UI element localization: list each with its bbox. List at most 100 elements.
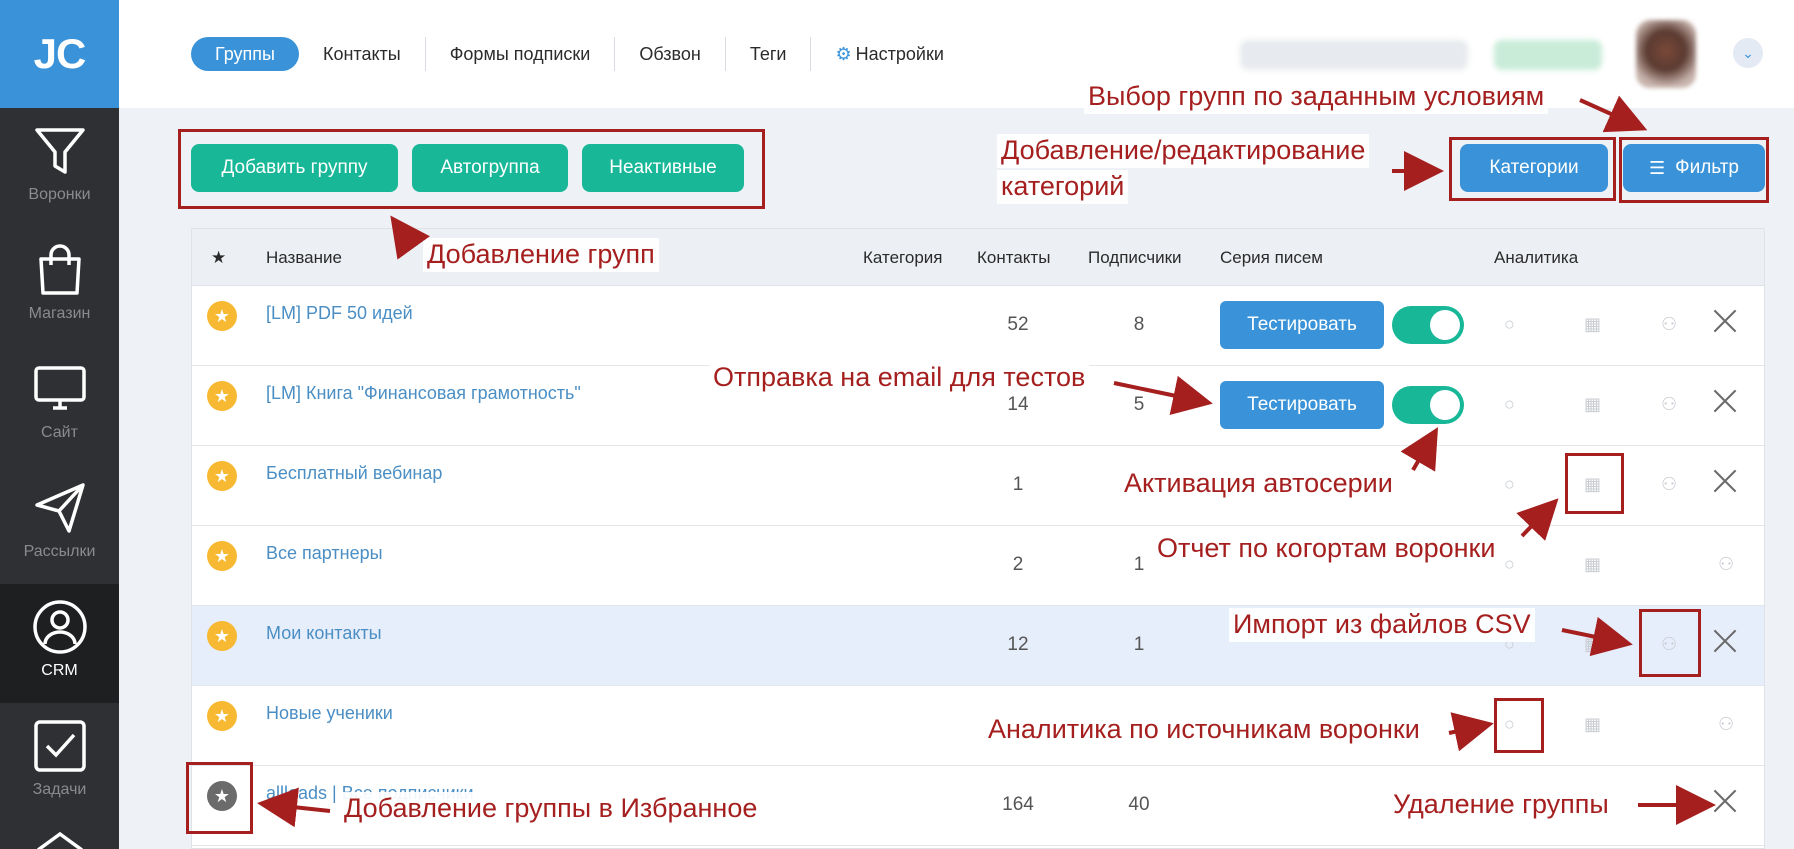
sidebar-item-site[interactable]: Сайт <box>0 346 119 465</box>
contacts-column-header[interactable]: Контакты <box>977 248 1050 268</box>
contacts-count: 1 <box>1012 474 1024 495</box>
table-row: ★ Все партнеры 2 1 ○ ▦ ⚇ <box>192 526 1764 606</box>
sidebar-item-label: Магазин <box>28 305 91 322</box>
annotation-activation: Активация автосерии <box>1120 467 1397 501</box>
category-column-header[interactable]: Категория <box>863 248 942 268</box>
contacts-count: 2 <box>1012 554 1024 575</box>
star-icon[interactable]: ★ <box>207 701 237 731</box>
tab-subscribe-forms[interactable]: Формы подписки <box>426 37 616 71</box>
table-row: ★ [LM] PDF 50 идей 52 8 Тестировать ○ ▦ … <box>192 286 1764 366</box>
gear-icon: ⚙ <box>835 43 852 64</box>
account-info-blurred <box>1240 40 1468 70</box>
balance-badge-blurred[interactable] <box>1494 40 1602 70</box>
tab-groups[interactable]: Группы <box>191 37 299 71</box>
annotation-add-groups: Добавление групп <box>423 238 659 272</box>
tab-calls[interactable]: Обзвон <box>615 37 726 71</box>
star-icon[interactable]: ★ <box>207 381 237 411</box>
group-name-link[interactable]: Новые ученики <box>266 703 393 724</box>
add-user-icon[interactable]: ⚇ <box>1718 554 1734 575</box>
shopping-bag-icon <box>38 244 81 295</box>
annotation-test: Отправка на email для тестов <box>709 361 1090 395</box>
analytics-icon[interactable]: ○ <box>1504 554 1515 575</box>
star-icon[interactable]: ★ <box>207 461 237 491</box>
subscribers-count: 40 <box>1128 794 1150 815</box>
autoseries-toggle[interactable] <box>1392 306 1464 344</box>
subscribers-count: 8 <box>1133 314 1145 335</box>
annotation-cohort: Отчет по когортам воронки <box>1153 532 1500 566</box>
main-nav: Группы Контакты Формы подписки Обзвон Те… <box>191 37 968 71</box>
highlight-box <box>186 762 253 834</box>
close-icon[interactable] <box>1710 466 1740 496</box>
test-button[interactable]: Тестировать <box>1220 381 1384 429</box>
tab-contacts[interactable]: Контакты <box>299 37 426 71</box>
analytics-column-header: Аналитика <box>1494 248 1579 267</box>
add-user-icon[interactable]: ⚇ <box>1661 314 1677 335</box>
groups-table: ★ Название Категория Контакты Подписчики… <box>191 228 1765 849</box>
annotation-categories-line1: Добавление/редактирование <box>997 134 1370 168</box>
tab-settings[interactable]: ⚙ Настройки <box>811 37 967 71</box>
highlight-box <box>178 129 765 209</box>
chevron-down-icon[interactable]: ⌄ <box>1733 38 1763 68</box>
group-name-link[interactable]: [LM] Книга "Финансовая грамотность" <box>266 383 581 404</box>
favorite-column-header[interactable]: ★ <box>211 248 226 268</box>
star-icon[interactable]: ★ <box>207 301 237 331</box>
sidebar-item-label: Рассылки <box>23 543 96 560</box>
name-column-header[interactable]: Название <box>266 248 342 268</box>
sidebar-item-tasks[interactable]: Задачи <box>0 703 119 822</box>
close-icon[interactable] <box>1710 386 1740 416</box>
autoseries-toggle[interactable] <box>1392 386 1464 424</box>
tab-settings-label: Настройки <box>855 43 944 64</box>
close-icon[interactable] <box>1710 786 1740 816</box>
group-name-link[interactable]: Все партнеры <box>266 543 383 564</box>
test-button[interactable]: Тестировать <box>1220 301 1384 349</box>
sidebar-item-funnels[interactable]: Воронки <box>0 108 119 227</box>
close-icon[interactable] <box>1710 306 1740 336</box>
add-user-icon[interactable]: ⚇ <box>1718 714 1734 735</box>
analytics-icon[interactable]: ○ <box>1504 314 1515 335</box>
avatar[interactable] <box>1636 20 1696 88</box>
star-icon[interactable]: ★ <box>207 621 237 651</box>
sidebar-item-shop[interactable]: Магазин <box>0 227 119 346</box>
calendar-icon[interactable]: ▦ <box>1584 714 1601 735</box>
sidebar-item-mailings[interactable]: Рассылки <box>0 465 119 584</box>
group-name-link[interactable]: Мои контакты <box>266 623 382 644</box>
calendar-icon[interactable]: ▦ <box>1584 394 1601 415</box>
calendar-icon[interactable]: ▦ <box>1584 634 1601 655</box>
contacts-count: 14 <box>1007 394 1029 415</box>
sidebar-item-label: Воронки <box>28 186 91 203</box>
calendar-icon[interactable]: ▦ <box>1584 314 1601 335</box>
checkbox-icon <box>33 720 86 772</box>
home-icon[interactable] <box>34 830 86 849</box>
annotation-import: Импорт из файлов CSV <box>1229 608 1535 642</box>
paper-plane-icon <box>34 483 85 533</box>
user-circle-icon <box>32 600 87 654</box>
star-icon[interactable]: ★ <box>207 541 237 571</box>
highlight-box <box>1449 137 1616 201</box>
annotation-categories-line2: категорий <box>997 170 1129 204</box>
sidebar-item-crm[interactable]: CRM <box>0 584 119 703</box>
calendar-icon[interactable]: ▦ <box>1584 554 1601 575</box>
highlight-box <box>1619 137 1769 203</box>
analytics-icon[interactable]: ○ <box>1504 474 1515 495</box>
sidebar-item-label: CRM <box>41 662 78 679</box>
subscribers-count: 1 <box>1133 634 1145 655</box>
analytics-icon[interactable]: ○ <box>1504 394 1515 415</box>
highlight-box <box>1494 698 1544 753</box>
annotation-favorite: Добавление группы в Избранное <box>340 792 762 826</box>
group-name-link[interactable]: [LM] PDF 50 идей <box>266 303 413 324</box>
highlight-box <box>1639 609 1701 677</box>
tab-tags[interactable]: Теги <box>726 37 812 71</box>
subscribers-column-header[interactable]: Подписчики <box>1088 248 1182 268</box>
sidebar: JC Воронки Магазин Сайт Рассылки CRM Зад… <box>0 0 119 849</box>
close-icon[interactable] <box>1710 626 1740 656</box>
add-user-icon[interactable]: ⚇ <box>1661 394 1677 415</box>
annotation-filter: Выбор групп по заданным условиям <box>1084 80 1549 114</box>
highlight-box <box>1565 453 1624 514</box>
table-row: ★ Бесплатный вебинар 1 ○ ▦ ⚇ <box>192 446 1764 526</box>
annotation-delete: Удаление группы <box>1389 788 1613 822</box>
logo[interactable]: JC <box>0 0 119 108</box>
group-name-link[interactable]: Бесплатный вебинар <box>266 463 442 484</box>
contacts-count: 52 <box>1007 314 1029 335</box>
add-user-icon[interactable]: ⚇ <box>1661 474 1677 495</box>
sidebar-item-label: Сайт <box>41 424 78 441</box>
